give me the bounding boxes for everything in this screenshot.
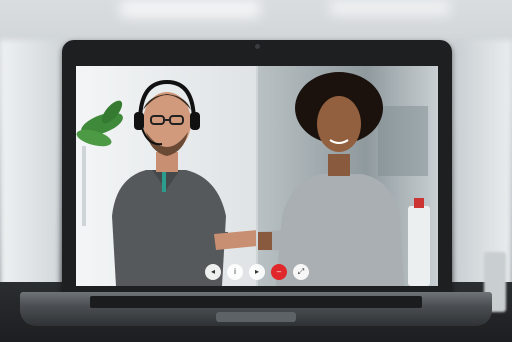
end-call-icon[interactable]: – xyxy=(271,264,287,280)
ceiling-light xyxy=(330,0,450,16)
call-controls-bar: ◂ i ▸ – ⤢ xyxy=(76,261,438,283)
video-call-screen: ◂ i ▸ – ⤢ xyxy=(76,66,438,286)
participant-right-illustration xyxy=(258,72,430,286)
laptop-base xyxy=(20,292,492,326)
laptop-lid: ◂ i ▸ – ⤢ xyxy=(62,40,452,296)
info-icon[interactable]: i xyxy=(227,264,243,280)
trackpad xyxy=(216,312,296,322)
microphone-icon[interactable]: ◂ xyxy=(205,264,221,280)
participant-left-video xyxy=(76,66,256,286)
participant-right-video xyxy=(258,66,438,286)
webcam-icon xyxy=(255,44,260,49)
video-camera-icon[interactable]: ▸ xyxy=(249,264,265,280)
fullscreen-icon[interactable]: ⤢ xyxy=(293,264,309,280)
participant-left-illustration xyxy=(76,79,256,286)
keyboard xyxy=(90,296,422,308)
ceiling-light xyxy=(120,0,260,18)
window-left xyxy=(0,40,60,300)
